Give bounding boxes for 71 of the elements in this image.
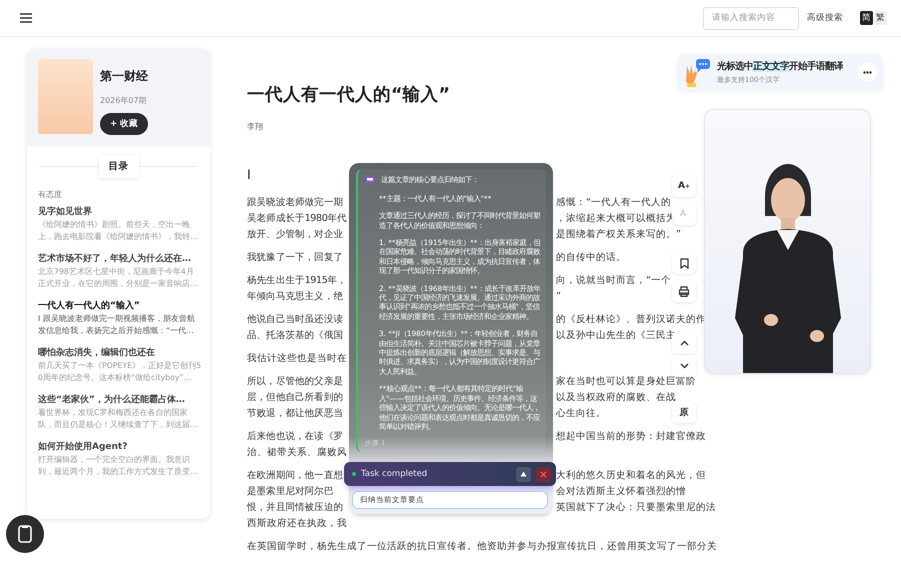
article-text: 节败退，都让他厌恶当 [247, 407, 344, 421]
article-text: 在欧洲期间，他一直想 [247, 469, 344, 483]
toc-item-title: 如何开始使用Agent? [38, 440, 128, 454]
toc-item-title: 艺术市场不好了，年轻人为什么还在… [38, 252, 192, 266]
article-text: 想起中国当前的形势：封建官僚政 [556, 430, 706, 444]
article-text: 品、托洛茨基的《俄国 [247, 329, 344, 343]
hand-chat-icon [683, 58, 711, 88]
printer-icon [678, 286, 690, 296]
bookmark-button[interactable] [672, 252, 696, 274]
article-text: 以及孙中山先生的《三民主 [556, 329, 676, 343]
floating-button[interactable] [6, 515, 44, 553]
article-text: 向，说就当时而言，“一个 [556, 274, 671, 288]
magazine-title: 第一财经 [100, 68, 148, 85]
article-text: 治、裙带关系、腐败风 [247, 446, 347, 460]
issue-label: 2026年07期 [100, 95, 148, 106]
font-size-button[interactable]: 原 [672, 401, 696, 423]
chevron-down-icon [680, 363, 688, 369]
article-text: 杨先生出生于1915年， [247, 274, 347, 288]
article-text: 是围绕着产权关系来写的。” [556, 228, 681, 242]
menu-icon[interactable] [20, 13, 32, 23]
phone-icon [18, 525, 32, 543]
close-icon [540, 470, 547, 478]
article-text: 大利的悠久历史和着名的风光，但 [556, 469, 706, 483]
article-text: ” [556, 290, 561, 304]
more-icon [863, 71, 872, 74]
article-title: 一代人有一代人的“输入” [247, 84, 452, 107]
close-button[interactable] [536, 466, 551, 482]
author-name: 李翔 [247, 121, 264, 133]
article-text: 会对法西斯主义怀着强烈的憎 [556, 485, 686, 499]
script-toggle[interactable]: 简 [860, 11, 873, 25]
toc-tab[interactable]: 目录 [98, 155, 138, 178]
print-button[interactable] [672, 280, 696, 302]
article-text: 所以，尽管他的父亲是 [247, 375, 344, 389]
task-status-text: Task completed [361, 469, 428, 480]
advanced-search-link[interactable]: 高级搜索 [807, 12, 843, 24]
article-text: 的《反杜林论》、普列汉诺夫的作 [556, 313, 706, 327]
article-text: 是墨索里尼对阿尔巴 [247, 485, 334, 499]
article-text: 西斯政府还在执政，我 [247, 517, 347, 531]
article-text: 的自传中的话。 [556, 251, 626, 265]
article-text: 放开、少管制，对企业 [247, 228, 344, 242]
toc-item-title: 哪怕杂志消失，编辑们也还在 [38, 346, 156, 360]
scroll-down-button[interactable] [672, 355, 696, 377]
article-text: 他说自己当时虽还没读 [247, 313, 344, 327]
triangle-up-icon [520, 471, 527, 478]
article-text: 心生向往。 [556, 407, 606, 421]
toc-item-title: 一代人有一代人的“输入” [38, 299, 141, 313]
article-text: 年倾向马克思主义，绝 [247, 290, 344, 304]
toc-item-title: 见字如见世界 [38, 205, 93, 219]
article-text: 后来他也说，在读《罗 [247, 430, 344, 444]
article-text: 家在当时也可以算是身处巨富阶 [556, 375, 696, 389]
robot-icon [365, 175, 375, 184]
article-text: 层，但他自己所看到的 [247, 391, 344, 405]
more-button[interactable] [858, 63, 877, 82]
favorite-button[interactable]: + 收藏 [100, 113, 148, 135]
article-text: 英国就下了决心：只要墨索里尼的法 [556, 501, 716, 515]
script-toggle[interactable]: 繁 [874, 11, 887, 25]
search-field[interactable]: 请输入搜索内容 [703, 6, 799, 30]
lead-mark: I [247, 167, 251, 185]
article-text: 我估计这些也是当时在 [247, 352, 347, 366]
section-label: 有态度 [37, 189, 63, 200]
tip-text: 光标选中正文文字开始手语翻译 [717, 60, 844, 73]
expand-button[interactable] [516, 466, 531, 482]
article-text: 跟吴晓波老师做完一期 [247, 196, 344, 210]
article-text: 恨，并且同情被压迫的 [247, 501, 344, 515]
article-text: 在英国留学时，杨先生成了一位活跃的抗日宣传者。他资助并参与办报宣传抗日，还曾用英文写了一部分关 [247, 540, 717, 554]
chevron-up-icon [680, 340, 688, 346]
article-text: 吴老师成长于1980年代 [247, 212, 347, 226]
bookmark-icon [680, 258, 688, 268]
article-text: 我犹豫了一下，回复了 [247, 251, 344, 265]
article-text: 感慨：“一代人有一代人的 [556, 196, 671, 210]
toc-item-title: 这些“老家伙”，为什么还能霸占体… [38, 393, 186, 407]
